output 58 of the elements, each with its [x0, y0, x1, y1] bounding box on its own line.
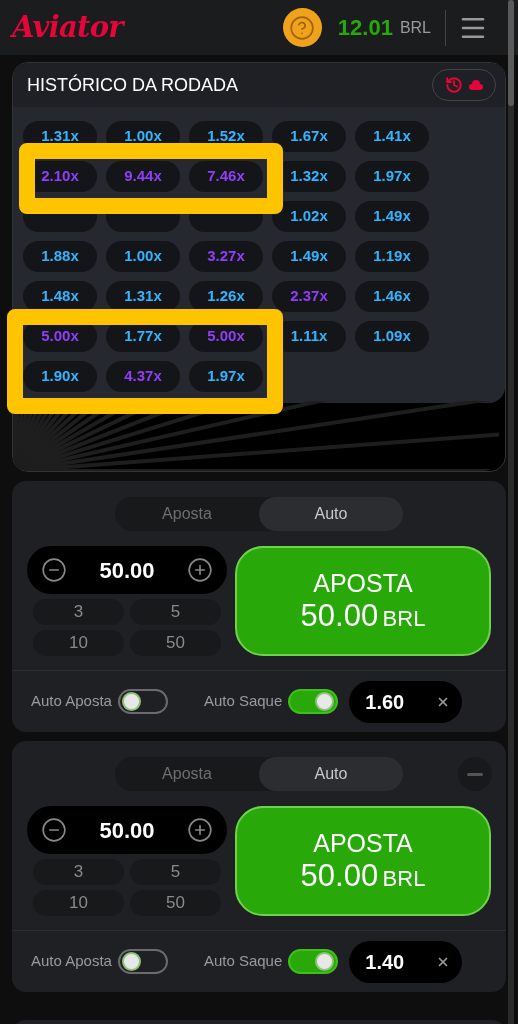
minus-icon[interactable] [41, 817, 67, 843]
quick-amount-button[interactable]: 5 [130, 859, 221, 885]
bet-amount: 50.00 [99, 556, 155, 585]
multiplier-chip: 1.49x [272, 241, 346, 272]
multiplier-chip: 1.09x [355, 321, 429, 352]
quick-amount-button[interactable]: 3 [33, 859, 124, 885]
multiplier-chip: 1.00x [106, 241, 180, 272]
multiplier-chip: 1.97x [355, 161, 429, 192]
bet-button[interactable]: APOSTA 50.00 BRL [235, 806, 491, 916]
mode-tab[interactable]: Auto [259, 497, 403, 531]
help-icon [289, 14, 316, 41]
toggle-switch[interactable] [117, 689, 168, 714]
mode-tab[interactable]: Aposta [115, 497, 259, 531]
multiplier-chip: 7.46x [189, 161, 263, 192]
minus-icon [467, 772, 483, 776]
quick-amount-button[interactable]: 50 [130, 630, 221, 656]
multiplier-chip: 1.49x [355, 201, 429, 232]
multiplier-chip: 1.97x [189, 361, 263, 392]
toggle-switch[interactable] [117, 949, 168, 974]
multiplier-chip: 1.19x [355, 241, 429, 272]
auto-cashout-label: Auto Saque [203, 691, 283, 712]
multiplier-chip: 9.44x [106, 161, 180, 192]
history-title: HISTÓRICO DA RODADA [27, 73, 239, 97]
cashout-field[interactable]: 1.60 [349, 680, 463, 723]
help-button[interactable] [282, 8, 322, 47]
toggle-switch[interactable] [288, 689, 339, 714]
multiplier-chip: 4.37x [106, 361, 180, 392]
multiplier-chip: 1.41x [355, 121, 429, 152]
multiplier-chip: 1.90x [23, 361, 97, 392]
quick-amount-button[interactable]: 50 [130, 890, 221, 916]
multiplier-chip: 3.27x [189, 241, 263, 272]
amount-stepper[interactable]: 50.00 [27, 806, 227, 854]
plus-icon[interactable] [187, 557, 213, 583]
cashout-field[interactable]: 1.40 [349, 940, 463, 983]
balance: 12.01 [337, 14, 393, 42]
auto-cashout-label: Auto Saque [203, 951, 283, 972]
cloud-icon [469, 80, 483, 90]
bet-button[interactable]: APOSTA 50.00 BRL [235, 546, 491, 656]
history-icon [445, 76, 463, 94]
auto-bet-label: Auto Aposta [31, 691, 112, 712]
plus-icon[interactable] [187, 817, 213, 843]
bet-amount: 50.00 [99, 816, 155, 845]
multiplier-chip: 1.02x [272, 201, 346, 232]
multiplier-chip: 1.46x [355, 281, 429, 312]
minus-icon[interactable] [41, 557, 67, 583]
multiplier-chip: 1.88x [23, 241, 97, 272]
amount-stepper[interactable]: 50.00 [27, 546, 227, 594]
quick-amount-button[interactable]: 10 [33, 890, 124, 916]
mode-tab[interactable]: Aposta [115, 757, 259, 791]
quick-amount-button[interactable]: 10 [33, 630, 124, 656]
quick-amount-button[interactable]: 3 [33, 599, 124, 625]
auto-bet-label: Auto Aposta [31, 951, 112, 972]
toggle-switch[interactable] [288, 949, 339, 974]
multiplier-chip: 2.37x [272, 281, 346, 312]
currency: BRL [399, 17, 431, 38]
mode-tab[interactable]: Auto [259, 757, 403, 791]
multiplier-chip: 1.67x [272, 121, 346, 152]
quick-amount-button[interactable]: 5 [130, 599, 221, 625]
